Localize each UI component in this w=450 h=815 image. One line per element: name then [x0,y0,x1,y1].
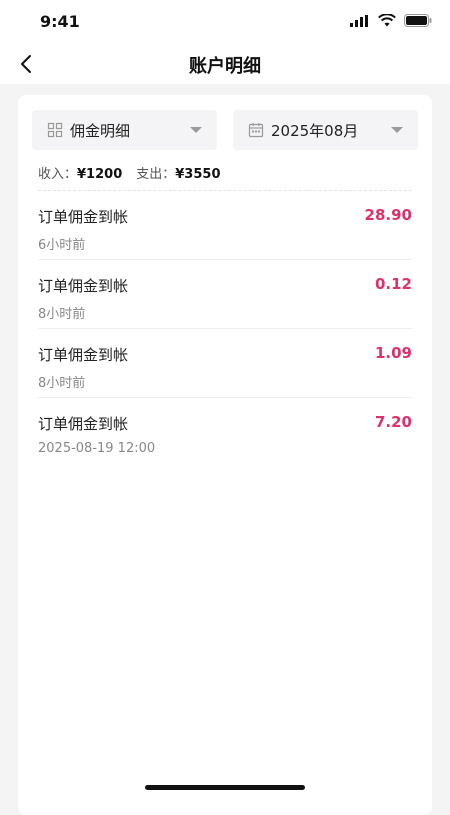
caret-down-icon [391,127,403,133]
summary-line: 收入：¥1200 支出：¥3550 [38,163,221,182]
record-time: 8小时前 [38,376,86,391]
page-title: 账户明细 [189,56,261,77]
record-amount: 28.90 [364,206,412,224]
grid-icon [47,122,63,138]
record-title: 订单佣金到帐 [38,346,129,364]
signal-icon [350,14,368,27]
list-item[interactable]: 订单佣金到帐 6小时前 28.90 [38,191,412,260]
month-filter-label: 2025年08月 [271,121,359,140]
record-amount: 1.09 [374,344,412,362]
expense-label: 支出： [136,167,176,182]
record-amount: 7.20 [374,413,412,431]
status-bar: 9:41 [0,0,450,44]
list-item[interactable]: 订单佣金到帐 8小时前 0.12 [38,260,412,329]
month-filter-dropdown[interactable]: 2025年08月 [233,110,418,150]
record-title: 订单佣金到帐 [38,415,129,433]
battery-icon [404,14,432,27]
wifi-icon [378,14,396,27]
caret-down-icon [190,127,202,133]
income-value: ¥1200 [77,167,123,182]
status-time: 9:41 [40,12,80,31]
record-time: 6小时前 [38,238,86,253]
expense-value: ¥3550 [175,167,221,182]
record-time: 2025-08-19 12:00 [38,441,156,456]
record-time: 8小时前 [38,307,86,322]
detail-card: 佣金明细 2025年08月 收入：¥1200 支出：¥3550 订单佣金到帐 6小… [18,95,432,815]
type-filter-dropdown[interactable]: 佣金明细 [32,110,217,150]
home-indicator [145,785,305,790]
income-label: 收入： [38,167,78,182]
calendar-icon [248,123,264,138]
record-list: 订单佣金到帐 6小时前 28.90 订单佣金到帐 8小时前 0.12 订单佣金到… [18,191,432,467]
type-filter-label: 佣金明细 [70,121,131,140]
nav-bar: 账户明细 [0,44,450,84]
record-title: 订单佣金到帐 [38,208,129,226]
status-icons [350,14,432,27]
record-title: 订单佣金到帐 [38,277,129,295]
list-item[interactable]: 订单佣金到帐 2025-08-19 12:00 7.20 [38,398,412,467]
record-amount: 0.12 [374,275,412,293]
list-item[interactable]: 订单佣金到帐 8小时前 1.09 [38,329,412,398]
